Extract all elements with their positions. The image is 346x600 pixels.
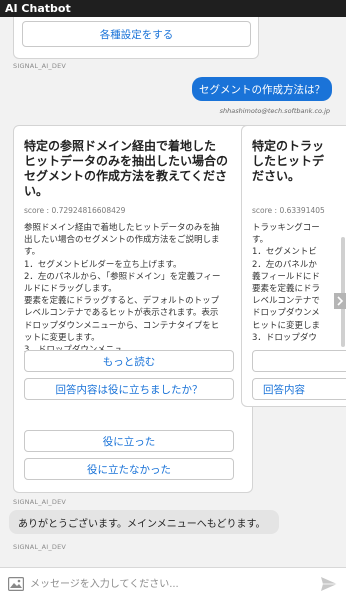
bot-message-bubble: ありがとうございます。メインメニューへもどります。 [9,510,279,534]
chevron-right-icon[interactable] [334,293,346,309]
settings-button[interactable]: 各種設定をする [22,21,251,47]
send-icon[interactable] [320,576,338,592]
card-title: 特定の参照ドメイン経由で着地した ヒットデータのみを抽出したい場合の セグメント… [24,139,229,198]
image-icon[interactable] [8,576,25,592]
feedback-question-button[interactable]: 回答内容 [252,378,346,400]
not-helpful-button[interactable]: 役に立たなかった [24,458,234,480]
user-email: shhashimoto@tech.softbank.co.jp [219,107,330,115]
card-score: score : 0.63391405 [252,206,325,215]
user-message-bubble: セグメントの作成方法は？ [192,77,332,101]
message-composer [0,567,346,600]
chat-area[interactable]: 各種設定をする SIGNAL_AI_DEV セグメントの作成方法は？ shhas… [0,17,346,567]
card-body: 参照ドメイン経由で着地したヒットデータのみを抽 出したい場合のセグメントの作成方… [24,223,221,355]
settings-card: 各種設定をする [13,17,259,59]
answer-card-next: 特定のトラッ したヒットデ ださい。 score : 0.63391405 トラ… [241,125,346,407]
sender-label: SIGNAL_AI_DEV [13,543,67,551]
read-more-button[interactable] [252,350,346,372]
answer-card: 特定の参照ドメイン経由で着地した ヒットデータのみを抽出したい場合の セグメント… [13,125,253,493]
window-title: AI Chatbot [0,0,346,17]
scrollbar[interactable] [341,237,345,347]
card-title: 特定のトラッ したヒットデ ださい。 [252,139,325,183]
feedback-question-button[interactable]: 回答内容は役に立ちましたか？ [24,378,234,400]
sender-label: SIGNAL_AI_DEV [13,62,67,70]
helpful-button[interactable]: 役に立った [24,430,234,452]
sender-label: SIGNAL_AI_DEV [13,498,67,506]
read-more-button[interactable]: もっと読む [24,350,234,372]
card-score: score : 0.72924816608429 [24,206,126,215]
message-input[interactable] [30,574,300,594]
card-body: トラッキングコー す。 1．セグメントビ 2．左のパネルか 義フィールドにド 要… [252,223,321,343]
